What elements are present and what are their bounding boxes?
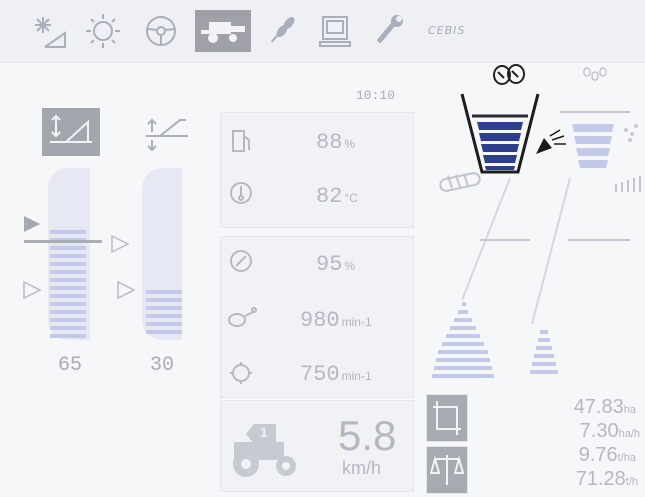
- fuel-icon: [232, 130, 250, 152]
- speed-unit: km/h: [342, 458, 382, 478]
- cebis-terminal: CEBIS 65 30 10:10 88 % 82 °C 95 % 980 mi…: [0, 0, 645, 495]
- wrench-icon[interactable]: [368, 10, 410, 52]
- stat-row-3: 9.76t/ha: [578, 444, 636, 466]
- stat-row-2: 7.30ha/h: [579, 420, 640, 442]
- gauge-setpoint-line-1: [24, 240, 102, 243]
- drum-speed-value: 750 min-1: [300, 362, 372, 387]
- coolant-temp-value: 82 °C: [316, 184, 358, 209]
- gauge-fill-1: [50, 230, 86, 338]
- clock: 10:10: [356, 88, 396, 103]
- gauge-value-2: 30: [150, 354, 175, 377]
- grain-tank-icon: [460, 93, 540, 174]
- top-toolbar: CEBIS: [0, 0, 645, 63]
- gauge-fill-2: [146, 290, 182, 334]
- rape-seed-icon[interactable]: [490, 62, 530, 88]
- area-counter-icon[interactable]: [426, 394, 468, 442]
- lighting-icon[interactable]: [28, 10, 70, 52]
- drum-speed-icon: [230, 362, 252, 384]
- engine-speed-icon: [228, 307, 257, 327]
- engine-speed-value: 980 min-1: [300, 308, 372, 333]
- gear-value: 1: [260, 424, 268, 440]
- sun-icon[interactable]: [82, 10, 124, 52]
- second-tank-icon: [560, 111, 638, 168]
- limit-marker-icon: [23, 280, 42, 300]
- steering-wheel-icon[interactable]: [140, 10, 182, 52]
- coolant-temp-icon: [230, 182, 252, 204]
- fuel-level-value: 88%: [316, 130, 356, 155]
- harvester-icon[interactable]: [195, 10, 251, 52]
- gauge-pointer-icon: [24, 216, 40, 232]
- gauge-value-1: 65: [58, 354, 83, 377]
- limit-marker-icon: [117, 280, 136, 300]
- grain-icon[interactable]: [262, 10, 304, 52]
- spread-diagram: [432, 177, 630, 378]
- stat-row-1: 47.83ha: [573, 396, 636, 418]
- header-pressure-icon[interactable]: [42, 108, 100, 156]
- header-height-icon[interactable]: [140, 112, 192, 156]
- brand-logo: CEBIS: [428, 24, 466, 37]
- speed-value: 5.8: [338, 412, 397, 459]
- yield-scale-icon[interactable]: [426, 446, 468, 494]
- engine-load-icon: [230, 250, 252, 272]
- engine-load-value: 95%: [316, 252, 356, 277]
- grain-type-icon[interactable]: [578, 62, 612, 90]
- limit-marker-icon: [111, 234, 130, 254]
- stat-row-4: 71.28t/h: [575, 468, 638, 490]
- terminal-icon[interactable]: [314, 10, 356, 52]
